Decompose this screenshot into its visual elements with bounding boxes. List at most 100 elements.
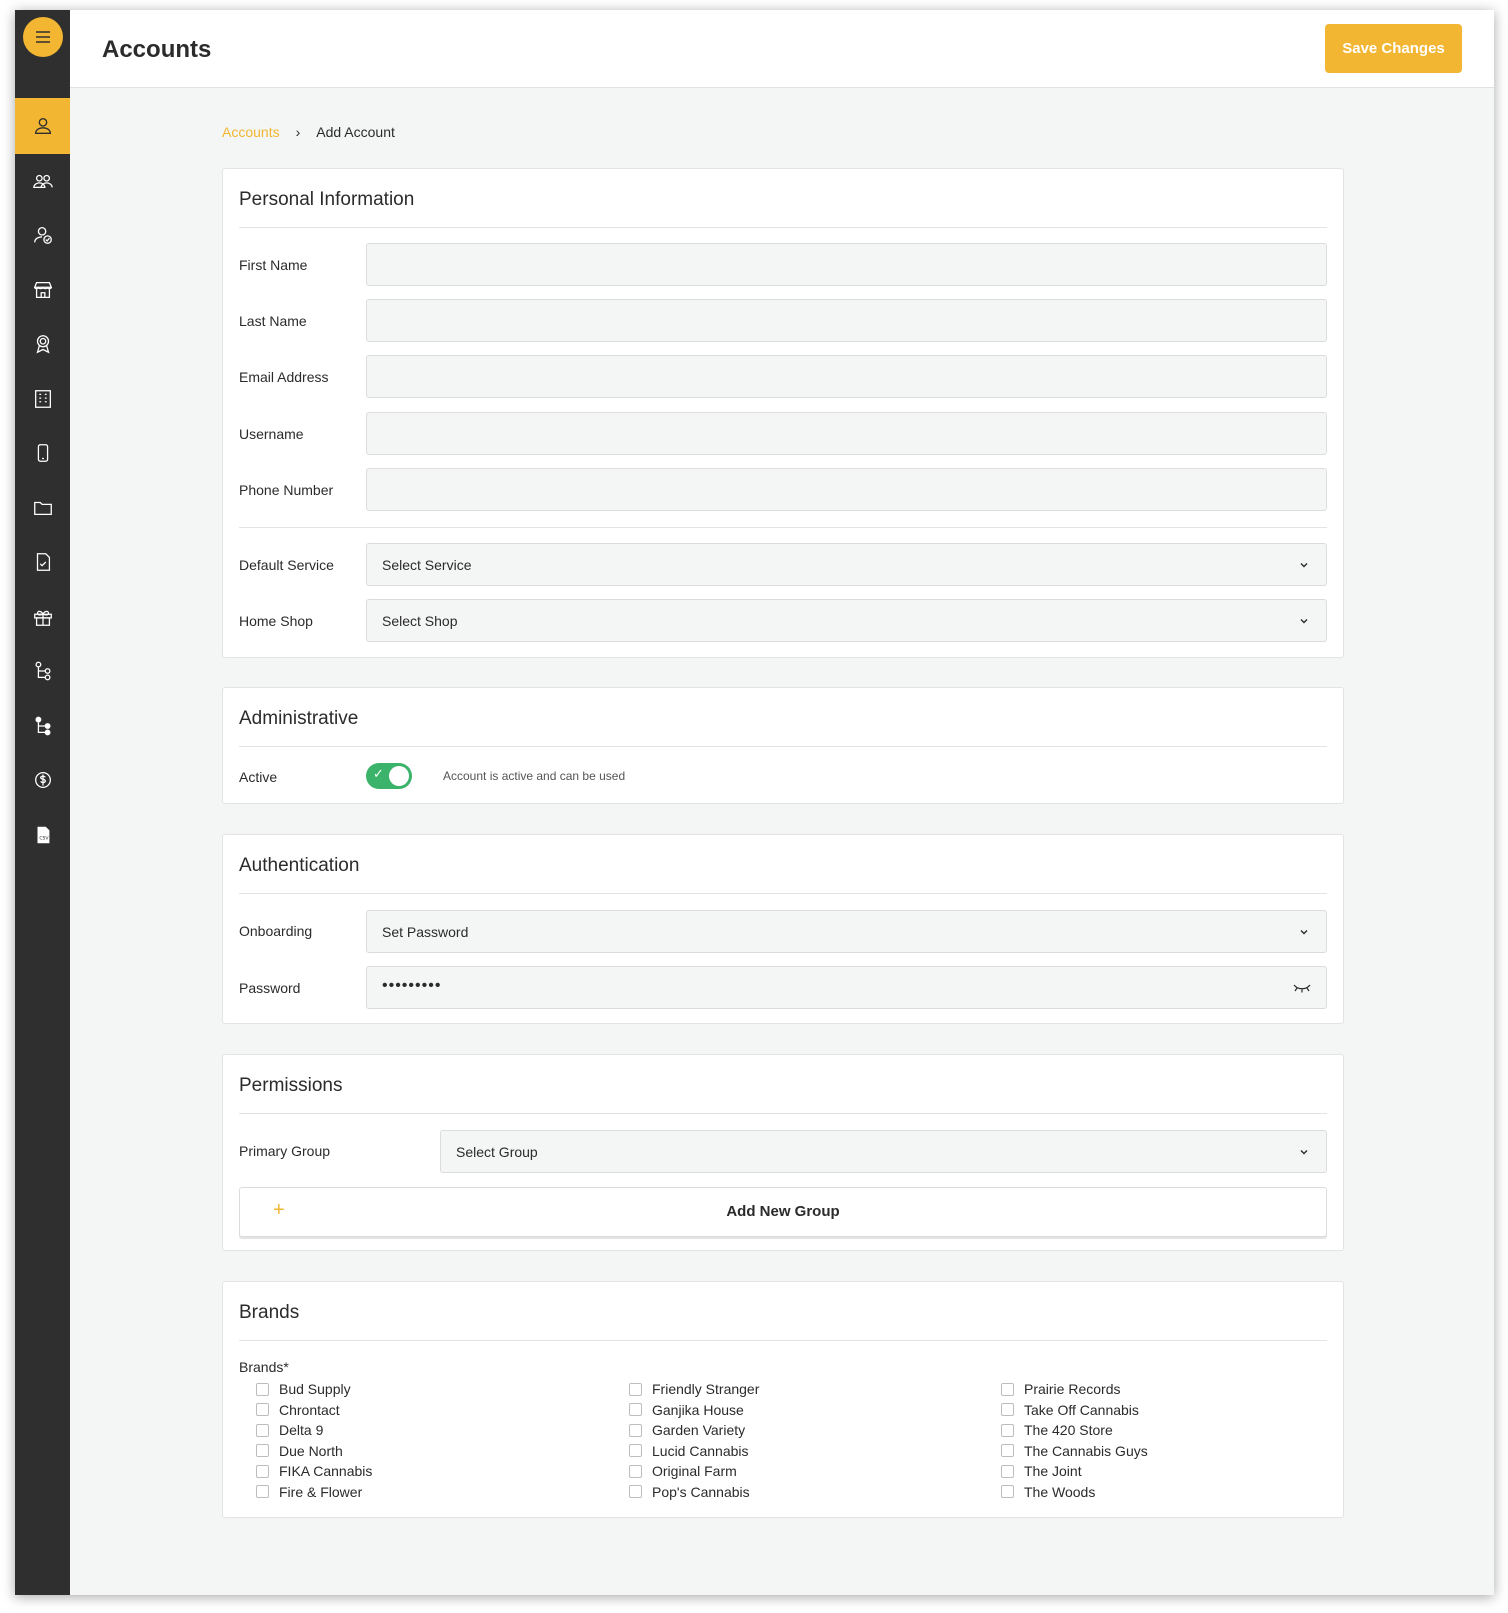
checkbox[interactable] (1001, 1464, 1014, 1478)
default-service-value: Select Service (382, 556, 472, 573)
first-name-field[interactable] (366, 243, 1327, 286)
brands-card: Brands Brands* Bud Supply Chrontact Delt… (222, 1281, 1344, 1518)
brand-checkbox-item[interactable]: Due North (256, 1441, 372, 1462)
first-name-label: First Name (239, 257, 308, 273)
chevron-down-icon (1300, 1150, 1308, 1155)
chevron-down-icon (1300, 563, 1308, 568)
brand-checkbox-item[interactable]: Friendly Stranger (629, 1379, 759, 1400)
sidebar-item-groups[interactable] (15, 153, 70, 209)
app-window: CSV Accounts Save Changes Accounts › Add… (15, 10, 1494, 1595)
checkbox[interactable] (629, 1423, 642, 1437)
brand-name: Bud Supply (279, 1381, 351, 1398)
username-label: Username (239, 426, 304, 442)
checkbox[interactable] (629, 1444, 642, 1458)
checkbox[interactable] (1001, 1485, 1014, 1499)
sidebar-item-hierarchy[interactable] (15, 643, 70, 699)
email-field[interactable] (366, 355, 1327, 398)
sidebar-item-gifts[interactable] (15, 589, 70, 645)
checkbox[interactable] (1001, 1403, 1014, 1417)
save-changes-button[interactable]: Save Changes (1325, 24, 1462, 73)
active-toggle[interactable]: ✓ (366, 763, 412, 789)
checkbox[interactable] (256, 1382, 269, 1396)
brand-name: Lucid Cannabis (652, 1442, 749, 1459)
home-shop-value: Select Shop (382, 612, 458, 629)
toggle-knob (389, 766, 409, 786)
brand-checkbox-item[interactable]: Fire & Flower (256, 1482, 372, 1503)
brand-checkbox-item[interactable]: The 420 Store (1001, 1420, 1148, 1441)
brand-checkbox-item[interactable]: Prairie Records (1001, 1379, 1148, 1400)
checkbox[interactable] (629, 1403, 642, 1417)
users-group-icon (32, 174, 53, 189)
brand-checkbox-item[interactable]: Lucid Cannabis (629, 1441, 759, 1462)
checkbox[interactable] (1001, 1444, 1014, 1458)
breadcrumb-current: Add Account (316, 124, 395, 140)
brand-checkbox-item[interactable]: Bud Supply (256, 1379, 372, 1400)
divider (239, 527, 1327, 528)
active-label: Active (239, 769, 278, 785)
sidebar: CSV (15, 10, 70, 1595)
phone-field[interactable] (366, 468, 1327, 511)
checkbox[interactable] (256, 1423, 269, 1437)
eye-closed-icon[interactable] (1292, 981, 1312, 995)
primary-group-label: Primary Group (239, 1143, 331, 1159)
sidebar-item-billing[interactable] (15, 752, 70, 808)
brand-name: FIKA Cannabis (279, 1463, 373, 1480)
breadcrumb: Accounts › Add Account (222, 124, 395, 140)
divider (239, 746, 1327, 747)
sidebar-item-devices[interactable] (15, 425, 70, 481)
hamburger-menu-button[interactable] (23, 17, 63, 57)
page-title: Accounts (102, 36, 212, 63)
brand-checkbox-item[interactable]: Original Farm (629, 1461, 759, 1482)
building-icon (34, 390, 51, 408)
default-service-select[interactable]: Select Service (366, 543, 1327, 586)
brand-checkbox-item[interactable]: Chrontact (256, 1400, 372, 1421)
administrative-card: Administrative Active ✓ Account is activ… (222, 687, 1344, 804)
sidebar-item-reports[interactable] (15, 534, 70, 590)
add-new-group-button[interactable]: + Add New Group (239, 1187, 1327, 1237)
brand-name: The Joint (1024, 1463, 1082, 1480)
sidebar-item-csv[interactable]: CSV (15, 807, 70, 863)
sidebar-item-folders[interactable] (15, 480, 70, 536)
home-shop-select[interactable]: Select Shop (366, 599, 1327, 642)
sidebar-item-shops[interactable] (15, 262, 70, 318)
brand-name: Garden Variety (652, 1422, 746, 1439)
checkbox[interactable] (256, 1485, 269, 1499)
brand-name: Delta 9 (279, 1422, 324, 1439)
brand-checkbox-item[interactable]: Ganjika House (629, 1400, 759, 1421)
dollar-coin-icon (34, 772, 51, 788)
brand-checkbox-item[interactable]: Take Off Cannabis (1001, 1400, 1148, 1421)
sidebar-item-accounts[interactable] (15, 98, 70, 154)
checkbox[interactable] (1001, 1382, 1014, 1396)
primary-group-select[interactable]: Select Group (440, 1130, 1327, 1173)
sidebar-item-organizations[interactable] (15, 371, 70, 427)
sidebar-item-rewards[interactable] (15, 316, 70, 372)
checkbox[interactable] (256, 1403, 269, 1417)
last-name-field[interactable] (366, 299, 1327, 342)
checkbox[interactable] (256, 1444, 269, 1458)
brand-checkbox-item[interactable]: The Joint (1001, 1461, 1148, 1482)
checkbox[interactable] (1001, 1423, 1014, 1437)
sidebar-item-user-roles[interactable] (15, 207, 70, 263)
breadcrumb-accounts-link[interactable]: Accounts (222, 124, 280, 140)
checkbox[interactable] (256, 1464, 269, 1478)
award-badge-icon (35, 335, 50, 354)
section-title: Brands (239, 1302, 300, 1323)
brand-name: The 420 Store (1024, 1422, 1113, 1439)
folder-icon (33, 501, 52, 516)
checkbox[interactable] (629, 1464, 642, 1478)
section-title: Authentication (239, 855, 360, 876)
brand-checkbox-item[interactable]: The Cannabis Guys (1001, 1441, 1148, 1462)
email-label: Email Address (239, 369, 329, 385)
checkbox[interactable] (629, 1485, 642, 1499)
brand-checkbox-item[interactable]: FIKA Cannabis (256, 1461, 372, 1482)
sidebar-item-hierarchy-alt[interactable] (15, 698, 70, 754)
brand-checkbox-item[interactable]: Delta 9 (256, 1420, 372, 1441)
onboarding-select[interactable]: Set Password (366, 910, 1327, 953)
svg-text:CSV: CSV (39, 836, 49, 842)
username-field[interactable] (366, 412, 1327, 455)
password-field[interactable]: ••••••••• (366, 966, 1327, 1009)
checkbox[interactable] (629, 1382, 642, 1396)
brand-checkbox-item[interactable]: Pop's Cannabis (629, 1482, 759, 1503)
brand-checkbox-item[interactable]: The Woods (1001, 1482, 1148, 1503)
brand-checkbox-item[interactable]: Garden Variety (629, 1420, 759, 1441)
